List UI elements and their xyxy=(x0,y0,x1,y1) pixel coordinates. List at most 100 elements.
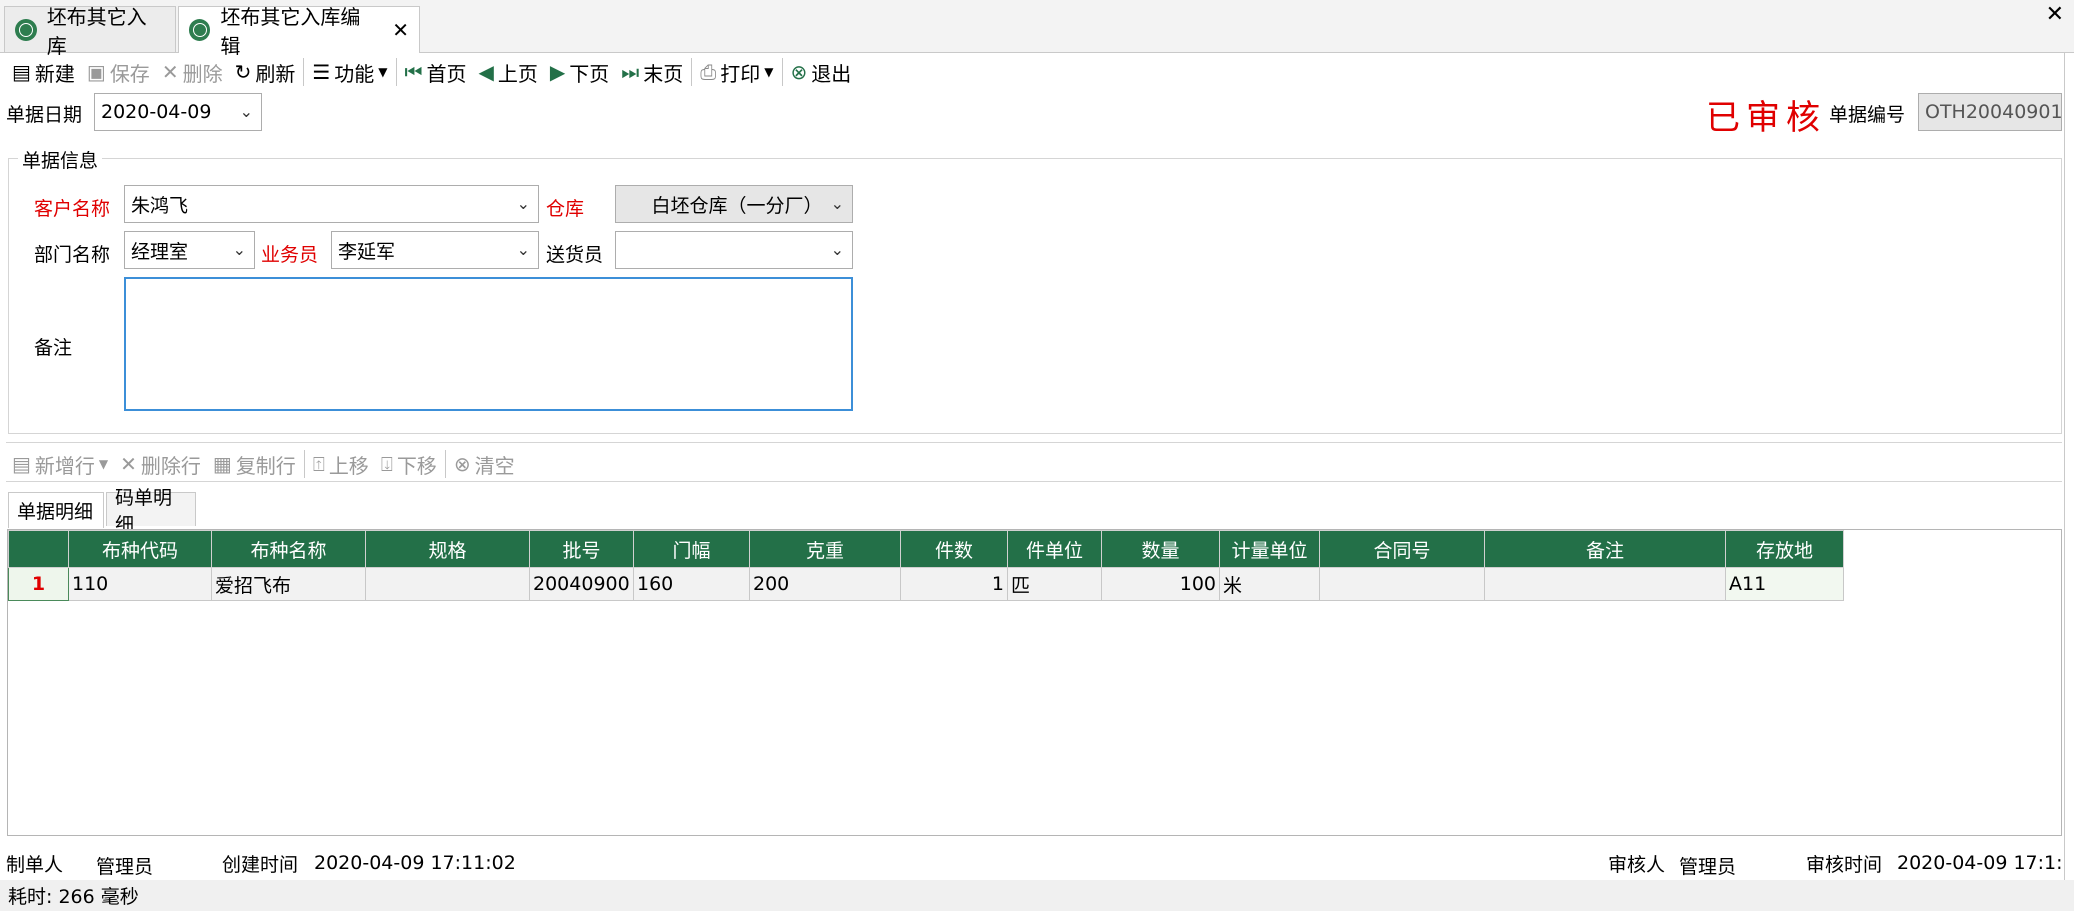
refresh-label: 刷新 xyxy=(255,61,296,86)
refresh-icon: ↻ xyxy=(234,60,252,84)
clear-icon: ⊗ xyxy=(453,452,471,476)
toolbar-separator xyxy=(303,58,305,86)
move-up-label: 上移 xyxy=(328,453,369,478)
audit-time-label: 审核时间 xyxy=(1806,854,1883,876)
maker-value: 管理员 xyxy=(96,856,154,878)
chevron-down-icon: ⌄ xyxy=(516,240,530,259)
table-cell[interactable] xyxy=(365,567,530,601)
column-header[interactable]: 存放地 xyxy=(1725,530,1844,568)
customer-select[interactable]: 朱鸿飞 ⌄ xyxy=(124,185,539,223)
maker-label: 制单人 xyxy=(6,854,64,876)
column-header[interactable]: 件单位 xyxy=(1007,530,1102,568)
close-window-icon[interactable]: ✕ xyxy=(2046,2,2064,27)
table-cell[interactable]: 160 xyxy=(633,567,750,601)
detail-table: 布种代码 布种名称 规格 批号 门幅 克重 件数 件单位 数量 计量单位 合同号… xyxy=(8,530,1844,601)
first-page-button[interactable]: ⏮ 首页 xyxy=(399,55,473,89)
divider xyxy=(6,442,2062,443)
toolbar-separator xyxy=(303,450,305,478)
save-label: 保存 xyxy=(109,61,150,86)
table-cell[interactable]: 爱招飞布 xyxy=(211,567,366,601)
warehouse-label: 仓库 xyxy=(546,198,585,220)
function-menu-button[interactable]: ☰ 功能 ▼ xyxy=(306,55,393,89)
salesman-select[interactable]: 李延军 ⌄ xyxy=(331,231,539,269)
table-cell[interactable]: 20040900 xyxy=(529,567,634,601)
prev-page-button[interactable]: ◀ 上页 xyxy=(473,55,544,89)
chevron-down-icon: ⌄ xyxy=(516,194,530,213)
doc-date-value: 2020-04-09 xyxy=(101,101,212,123)
toolbar-separator xyxy=(395,58,397,86)
column-header[interactable]: 布种名称 xyxy=(211,530,366,568)
table-cell[interactable] xyxy=(1484,567,1726,601)
next-page-button[interactable]: ▶ 下页 xyxy=(544,55,615,89)
doc-no-field[interactable]: OTH20040901 xyxy=(1918,93,2063,131)
table-cell[interactable]: 110 xyxy=(68,567,212,601)
copy-row-button[interactable]: ▦ 复制行 xyxy=(207,447,302,481)
copy-icon: ▦ xyxy=(212,452,232,476)
doc-date-picker[interactable]: 2020-04-09 ⌄ xyxy=(94,93,262,131)
created-time-value: 2020-04-09 17:11:02 xyxy=(314,852,516,874)
customer-value: 朱鸿飞 xyxy=(131,194,189,217)
table-cell[interactable]: 1 xyxy=(900,567,1008,601)
elapsed-time: 耗时: 266 毫秒 xyxy=(8,886,139,908)
first-label: 首页 xyxy=(426,61,467,86)
column-header[interactable]: 克重 xyxy=(749,530,901,568)
exit-button[interactable]: ⊗ 退出 xyxy=(785,55,858,89)
column-header[interactable]: 备注 xyxy=(1484,530,1726,568)
table-cell[interactable]: 200 xyxy=(749,567,901,601)
move-up-button[interactable]: ⍐ 上移 xyxy=(307,447,375,481)
function-label: 功能 xyxy=(334,61,375,86)
exit-label: 退出 xyxy=(811,61,852,86)
tab-doc-detail[interactable]: 单据明细 xyxy=(8,492,104,528)
warehouse-select[interactable]: 白坯仓库（一分厂） ⌄ xyxy=(615,185,853,223)
chevron-down-icon: ⌄ xyxy=(239,102,253,121)
tab-other-inbound-edit[interactable]: 坯布其它入库编辑 ✕ xyxy=(178,5,420,58)
dept-select[interactable]: 经理室 ⌄ xyxy=(124,231,255,269)
delete-button[interactable]: ✕ 删除 xyxy=(156,55,229,89)
delete-row-label: 删除行 xyxy=(140,453,201,478)
clear-label: 清空 xyxy=(474,453,515,478)
move-up-icon: ⍐ xyxy=(312,452,325,476)
row-number: 1 xyxy=(8,567,69,601)
new-button[interactable]: ▤ 新建 xyxy=(6,55,81,89)
add-row-button[interactable]: ▤ 新增行 ▼ xyxy=(6,447,114,481)
column-header[interactable]: 计量单位 xyxy=(1219,530,1320,568)
delete-row-button[interactable]: ✕ 删除行 xyxy=(114,447,207,481)
toolbar-separator xyxy=(691,58,693,86)
table-cell[interactable]: A11 xyxy=(1725,567,1844,601)
table-cell[interactable] xyxy=(1319,567,1485,601)
add-row-icon: ▤ xyxy=(12,452,31,476)
clear-button[interactable]: ⊗ 清空 xyxy=(448,447,521,481)
table-cell[interactable]: 匹 xyxy=(1007,567,1102,601)
auditor-label: 审核人 xyxy=(1608,854,1666,876)
column-header[interactable]: 布种代码 xyxy=(68,530,212,568)
column-header[interactable]: 件数 xyxy=(900,530,1008,568)
table-row[interactable]: 1 110 爱招飞布 20040900 160 200 1 匹 100 米 A1… xyxy=(8,567,1844,601)
globe-icon xyxy=(189,19,211,41)
deliverer-select[interactable]: ⌄ xyxy=(615,231,853,269)
toolbar-separator xyxy=(444,450,446,478)
doc-date-label: 单据日期 xyxy=(6,104,83,126)
close-tab-icon[interactable]: ✕ xyxy=(392,18,409,42)
print-label: 打印 xyxy=(720,61,761,86)
salesman-label: 业务员 xyxy=(261,244,319,266)
remark-textarea[interactable] xyxy=(124,277,853,411)
tab-other-inbound[interactable]: 坯布其它入库 xyxy=(4,5,176,58)
column-header[interactable]: 批号 xyxy=(529,530,634,568)
column-header[interactable]: 门幅 xyxy=(633,530,750,568)
table-cell[interactable]: 米 xyxy=(1219,567,1320,601)
refresh-button[interactable]: ↻ 刷新 xyxy=(229,55,302,89)
tab-label: 单据明细 xyxy=(17,501,94,523)
next-label: 下页 xyxy=(569,61,610,86)
save-button[interactable]: ▣ 保存 xyxy=(81,55,156,89)
printer-icon: ⎙ xyxy=(700,60,717,84)
column-header[interactable]: 规格 xyxy=(365,530,530,568)
detail-toolbar: ▤ 新增行 ▼ ✕ 删除行 ▦ 复制行 ⍐ 上移 ⍗ 下移 ⊗ 清空 xyxy=(6,446,521,482)
last-page-button[interactable]: ⏭ 末页 xyxy=(615,55,689,89)
print-button[interactable]: ⎙ 打印 ▼ xyxy=(694,55,779,89)
tab-code-detail[interactable]: 码单明细 xyxy=(106,487,196,536)
table-cell[interactable]: 100 xyxy=(1101,567,1220,601)
column-header[interactable]: 数量 xyxy=(1101,530,1220,568)
dropdown-arrow-icon: ▼ xyxy=(98,457,109,471)
move-down-button[interactable]: ⍗ 下移 xyxy=(375,447,443,481)
column-header[interactable]: 合同号 xyxy=(1319,530,1485,568)
